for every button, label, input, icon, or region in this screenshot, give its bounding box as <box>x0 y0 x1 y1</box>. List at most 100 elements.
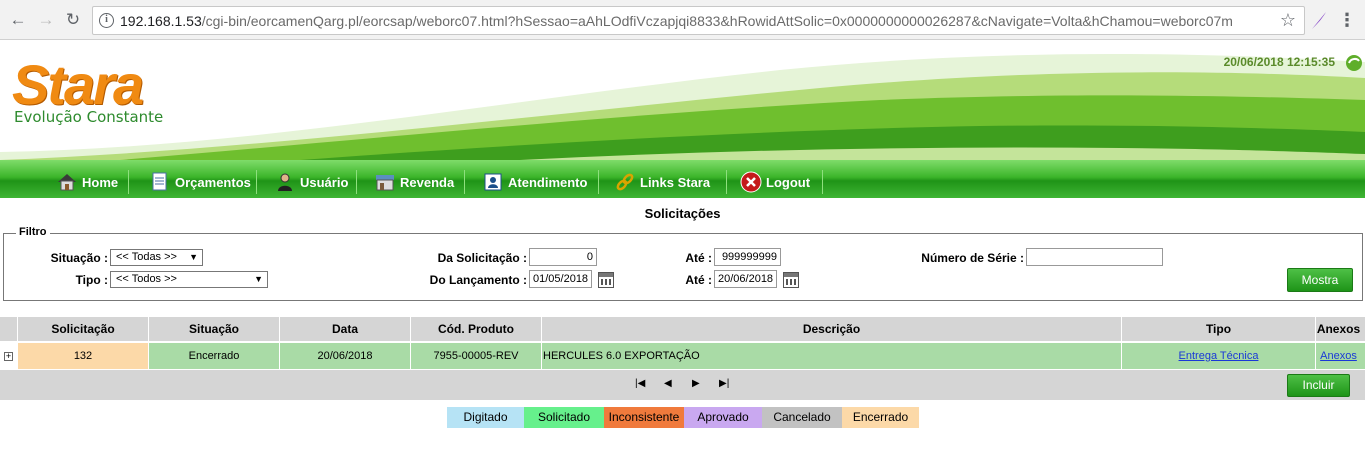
col-cod-produto[interactable]: Cód. Produto <box>410 317 541 341</box>
legend-inconsistente: Inconsistente <box>604 407 684 428</box>
expand-column-header <box>0 317 17 341</box>
menu-home-label: Home <box>82 174 119 190</box>
menu-separator <box>128 170 129 194</box>
refresh-leaf-icon[interactable] <box>1343 52 1365 74</box>
numero-serie-label: Número de Série : <box>921 251 1024 265</box>
do-lancamento-label: Do Lançamento : <box>429 273 527 287</box>
user-icon <box>274 171 296 193</box>
cell-situacao: Encerrado <box>148 343 279 369</box>
house-icon <box>56 171 78 193</box>
ate-solicitacao-label: Até : <box>685 251 712 265</box>
header-datetime: 20/06/2018 12:15:35 <box>1223 55 1335 69</box>
first-page-icon[interactable]: |◀ <box>635 378 645 389</box>
cell-descricao: HERCULES 6.0 EXPORTAÇÃO <box>541 343 1121 369</box>
dropdown-arrow-icon: ▼ <box>254 274 263 284</box>
menu-home[interactable]: Home <box>56 169 118 195</box>
legend-cancelado: Cancelado <box>762 407 842 428</box>
col-tipo[interactable]: Tipo <box>1121 317 1315 341</box>
anexos-link[interactable]: Anexos <box>1320 350 1357 362</box>
menu-separator <box>822 170 823 194</box>
cell-tipo: Entrega Técnica <box>1121 343 1315 369</box>
legend-digitado: Digitado <box>447 407 524 428</box>
tipo-select-value: << Todos >> <box>116 273 177 285</box>
page-title: Solicitações <box>644 206 721 221</box>
cell-cod-produto: 7955-00005-REV <box>410 343 541 369</box>
address-bar[interactable]: i 192.168.1.53/cgi-bin/eorcamenQarg.pl/e… <box>92 6 1305 35</box>
tipo-link[interactable]: Entrega Técnica <box>1179 350 1259 362</box>
incluir-button[interactable]: Incluir <box>1287 374 1350 397</box>
legend-encerrado: Encerrado <box>842 407 919 428</box>
menu-atendimento[interactable]: Atendimento <box>482 169 587 195</box>
browser-toolbar: ← → ↻ i 192.168.1.53/cgi-bin/eorcamenQar… <box>0 0 1365 40</box>
table-row[interactable]: + 132 Encerrado 20/06/2018 7955-00005-RE… <box>0 343 1365 369</box>
cell-solicitacao: 132 <box>17 343 148 369</box>
menu-orcamentos-label: Orçamentos <box>175 174 251 190</box>
filter-legend: Filtro <box>16 226 50 238</box>
menu-revenda[interactable]: Revenda <box>374 169 454 195</box>
cell-data: 20/06/2018 <box>279 343 410 369</box>
col-data[interactable]: Data <box>279 317 410 341</box>
menu-logout[interactable]: Logout <box>740 169 810 195</box>
support-icon <box>482 171 504 193</box>
store-icon <box>374 171 396 193</box>
main-menu: Home Orçamentos Usuário Revenda Atendime… <box>0 160 1365 198</box>
reload-icon[interactable]: ↻ <box>63 10 83 30</box>
dropdown-arrow-icon: ▼ <box>189 252 198 262</box>
menu-separator <box>356 170 357 194</box>
legend-solicitado: Solicitado <box>524 407 604 428</box>
back-icon[interactable]: ← <box>8 10 28 30</box>
last-page-icon[interactable]: ▶| <box>719 378 729 389</box>
menu-links-label: Links Stara <box>640 174 711 190</box>
ate-lancamento-input[interactable]: 20/06/2018 <box>714 270 777 288</box>
menu-separator <box>464 170 465 194</box>
calendar-icon[interactable] <box>598 272 614 288</box>
col-anexos[interactable]: Anexos <box>1315 317 1361 341</box>
info-icon[interactable]: i <box>99 13 114 28</box>
url-text: 192.168.1.53/cgi-bin/eorcamenQarg.pl/eor… <box>120 13 1233 29</box>
tipo-label: Tipo : <box>75 273 108 287</box>
do-lancamento-input[interactable]: 01/05/2018 <box>529 270 592 288</box>
close-circle-icon <box>740 171 762 193</box>
menu-orcamentos[interactable]: Orçamentos <box>149 169 251 195</box>
tipo-select[interactable]: << Todos >> ▼ <box>110 271 268 288</box>
numero-serie-input[interactable] <box>1026 248 1163 266</box>
situacao-select-value: << Todas >> <box>116 251 177 263</box>
menu-usuario-label: Usuário <box>300 174 349 190</box>
mostra-button[interactable]: Mostra <box>1287 268 1353 292</box>
menu-separator <box>598 170 599 194</box>
table-header: Solicitação Situação Data Cód. Produto D… <box>0 317 1365 341</box>
col-situacao[interactable]: Situação <box>148 317 279 341</box>
next-page-icon[interactable]: ▶ <box>692 378 700 389</box>
menu-atendimento-label: Atendimento <box>508 174 588 190</box>
menu-revenda-label: Revenda <box>400 174 455 190</box>
da-solicitacao-label: Da Solicitação : <box>437 251 527 265</box>
menu-logout-label: Logout <box>766 174 811 190</box>
ate-lancamento-label: Até : <box>685 273 712 287</box>
prev-page-icon[interactable]: ◀ <box>664 378 672 389</box>
menu-separator <box>726 170 727 194</box>
expand-cell: + <box>0 343 17 369</box>
ate-solicitacao-input[interactable]: 999999999 <box>714 248 781 266</box>
menu-usuario[interactable]: Usuário <box>274 169 348 195</box>
bookmark-star-icon[interactable]: ☆ <box>1280 10 1296 31</box>
situacao-select[interactable]: << Todas >> ▼ <box>110 249 203 266</box>
filter-panel <box>3 233 1363 301</box>
menu-separator <box>256 170 257 194</box>
pager-bar: |◀ ◀ ▶ ▶| <box>0 370 1365 400</box>
chain-link-icon <box>614 171 636 193</box>
calendar-icon[interactable] <box>783 272 799 288</box>
url-host: 192.168.1.53 <box>120 13 202 29</box>
legend-aprovado: Aprovado <box>684 407 762 428</box>
cell-anexos: Anexos <box>1315 343 1361 369</box>
feather-extension-icon[interactable] <box>1309 9 1329 31</box>
url-path: /cgi-bin/eorcamenQarg.pl/eorcsap/weborc0… <box>201 13 1233 29</box>
browser-menu-icon[interactable]: ⋮ <box>1338 8 1356 32</box>
da-solicitacao-input[interactable]: 0 <box>529 248 597 266</box>
situacao-label: Situação : <box>50 251 108 265</box>
expand-plus-icon[interactable]: + <box>4 352 13 361</box>
menu-links-stara[interactable]: Links Stara <box>614 169 710 195</box>
col-descricao[interactable]: Descrição <box>541 317 1121 341</box>
col-solicitacao[interactable]: Solicitação <box>17 317 148 341</box>
forward-icon[interactable]: → <box>36 10 56 30</box>
document-icon <box>149 171 171 193</box>
